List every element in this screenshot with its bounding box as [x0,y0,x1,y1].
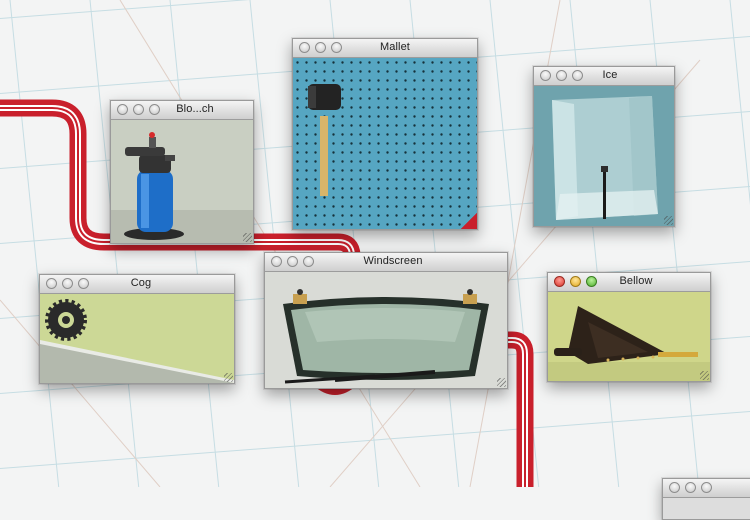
window-titlebar[interactable]: Windscreen [265,253,507,272]
window-blowtorch[interactable]: Blo...ch [110,100,254,244]
window-title: Cog [130,277,152,289]
resize-corner[interactable] [461,213,477,229]
minimize-button[interactable] [685,482,696,493]
zoom-button[interactable] [701,482,712,493]
cog-image [40,294,234,383]
window-ice[interactable]: Ice [533,66,675,227]
window-partial[interactable] [662,478,750,520]
window-title: Mallet [380,41,410,53]
window-cog[interactable]: Cog [39,274,235,384]
resize-grip[interactable] [224,373,233,382]
resize-grip[interactable] [664,216,673,225]
window-mallet[interactable]: Mallet [292,38,478,230]
window-titlebar[interactable]: Blo...ch [111,101,253,120]
close-button[interactable] [669,482,680,493]
window-titlebar[interactable]: Cog [40,275,234,294]
windscreen-image [265,272,507,388]
window-bellow[interactable]: Bellow [547,272,711,382]
blowtorch-image [111,120,253,243]
window-windscreen[interactable]: Windscreen [264,252,508,389]
window-title: Bellow [619,275,653,287]
window-titlebar[interactable] [663,479,750,498]
window-titlebar[interactable]: Mallet [293,39,477,58]
resize-grip[interactable] [497,378,506,387]
ice-image [534,86,674,226]
resize-grip[interactable] [700,371,709,380]
mallet-image [293,58,477,229]
window-title: Blo...ch [176,103,214,115]
bellow-image [548,292,710,381]
window-titlebar[interactable]: Bellow [548,273,710,292]
window-title: Ice [602,69,618,81]
window-titlebar[interactable]: Ice [534,67,674,86]
window-title: Windscreen [363,255,423,267]
resize-grip[interactable] [243,233,252,242]
